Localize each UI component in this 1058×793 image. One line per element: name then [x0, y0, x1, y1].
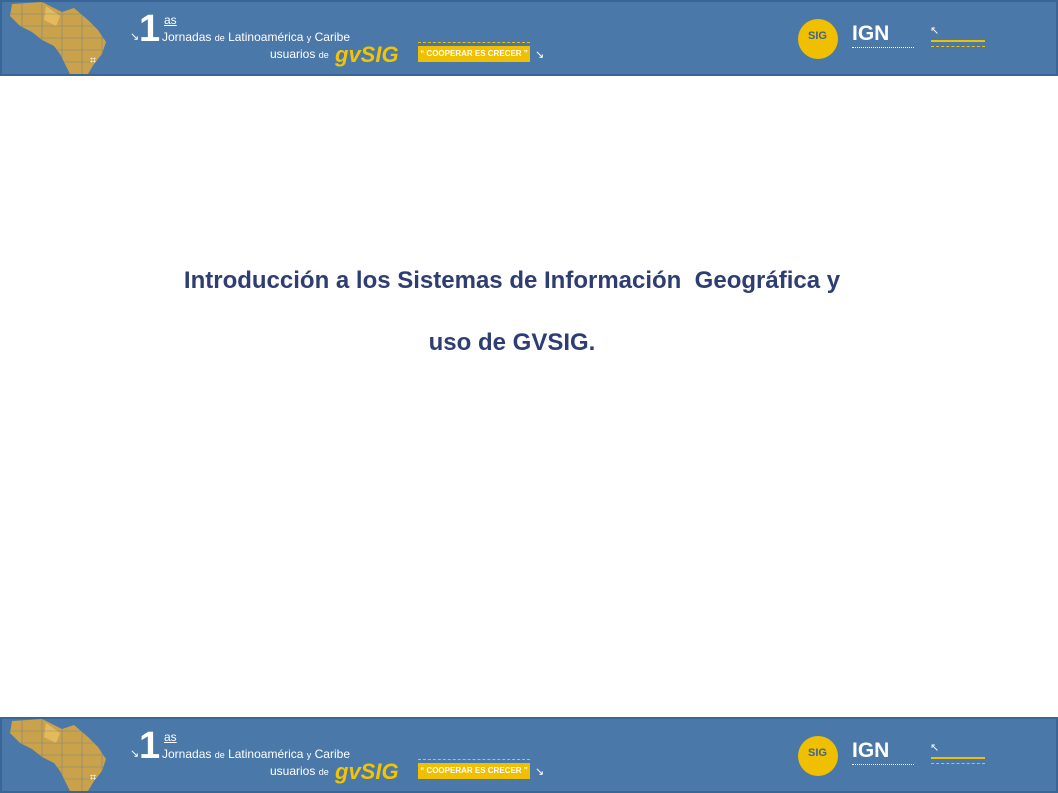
arrow-up-left-icon: ↖	[930, 25, 940, 37]
arrow-up-left-icon: ↖	[930, 742, 940, 754]
event-title-word: usuarios	[270, 47, 316, 61]
slogan-dotted-rule	[418, 759, 530, 760]
decorative-dashed-rule	[931, 46, 985, 47]
edition-number: 1	[139, 8, 161, 50]
slide-title: Introducción a los Sistemas de Informaci…	[40, 250, 984, 374]
edition-number: 1	[139, 725, 161, 767]
event-title-line1: Jornadas de Latinoamérica y Caribe	[162, 747, 350, 761]
edition-suffix: as	[164, 13, 177, 27]
event-title-word: Latinoamérica	[228, 747, 304, 761]
event-title-word: de	[318, 767, 329, 777]
edition-suffix: as	[164, 730, 177, 744]
slogan-dotted-rule	[418, 42, 530, 43]
svg-text:⌗: ⌗	[90, 771, 96, 784]
event-title-word: Latinoamérica	[228, 30, 304, 44]
event-title-line1: Jornadas de Latinoamérica y Caribe	[162, 30, 350, 44]
bottom-banner: ⌗ ↘ 1 as Jornadas de Latinoamérica y Car…	[0, 717, 1058, 793]
ign-logo-subtitle-rule	[852, 47, 914, 48]
ign-logo: IGN	[852, 22, 890, 45]
gvsig-logo-text: SIG	[808, 747, 827, 759]
gvsig-wordmark: gvSIG	[335, 42, 399, 67]
event-title-word: y	[306, 33, 312, 43]
latin-america-map-icon: ⌗	[2, 719, 122, 791]
event-title-word: de	[214, 750, 225, 760]
decorative-rule	[931, 40, 985, 42]
latin-america-map-icon: ⌗	[2, 2, 122, 74]
slogan-badge: “ COOPERAR ES CRECER ”	[418, 46, 530, 62]
event-title-word: de	[318, 50, 329, 60]
event-title-line2: usuarios de	[270, 764, 329, 778]
slide-title-line2: uso de GVSIG.	[428, 329, 596, 356]
event-title-word: de	[214, 33, 225, 43]
arrow-down-right-icon: ↘	[130, 748, 140, 760]
gvsig-wordmark: gvSIG	[335, 759, 399, 784]
event-title-word: usuarios	[270, 764, 316, 778]
top-banner: ⌗ ↘ 1 as Jornadas de Latinoamérica y Car…	[0, 0, 1058, 76]
arrow-down-right-icon: ↘	[535, 766, 545, 778]
decorative-rule	[931, 757, 985, 759]
event-title-word: y	[306, 750, 312, 760]
gvsig-logo-text: SIG	[808, 30, 827, 42]
slide-title-line1: Introducción a los Sistemas de Informaci…	[183, 267, 841, 294]
arrow-down-right-icon: ↘	[130, 31, 140, 43]
ign-logo: IGN	[852, 739, 890, 762]
slogan-badge: “ COOPERAR ES CRECER ”	[418, 763, 530, 779]
event-title-line2: usuarios de	[270, 47, 329, 61]
arrow-down-right-icon: ↘	[535, 49, 545, 61]
event-title-word: Jornadas	[162, 30, 212, 44]
event-title-word: Jornadas	[162, 747, 212, 761]
decorative-dashed-rule	[931, 763, 985, 764]
ign-logo-subtitle-rule	[852, 764, 914, 765]
svg-text:⌗: ⌗	[90, 54, 96, 67]
